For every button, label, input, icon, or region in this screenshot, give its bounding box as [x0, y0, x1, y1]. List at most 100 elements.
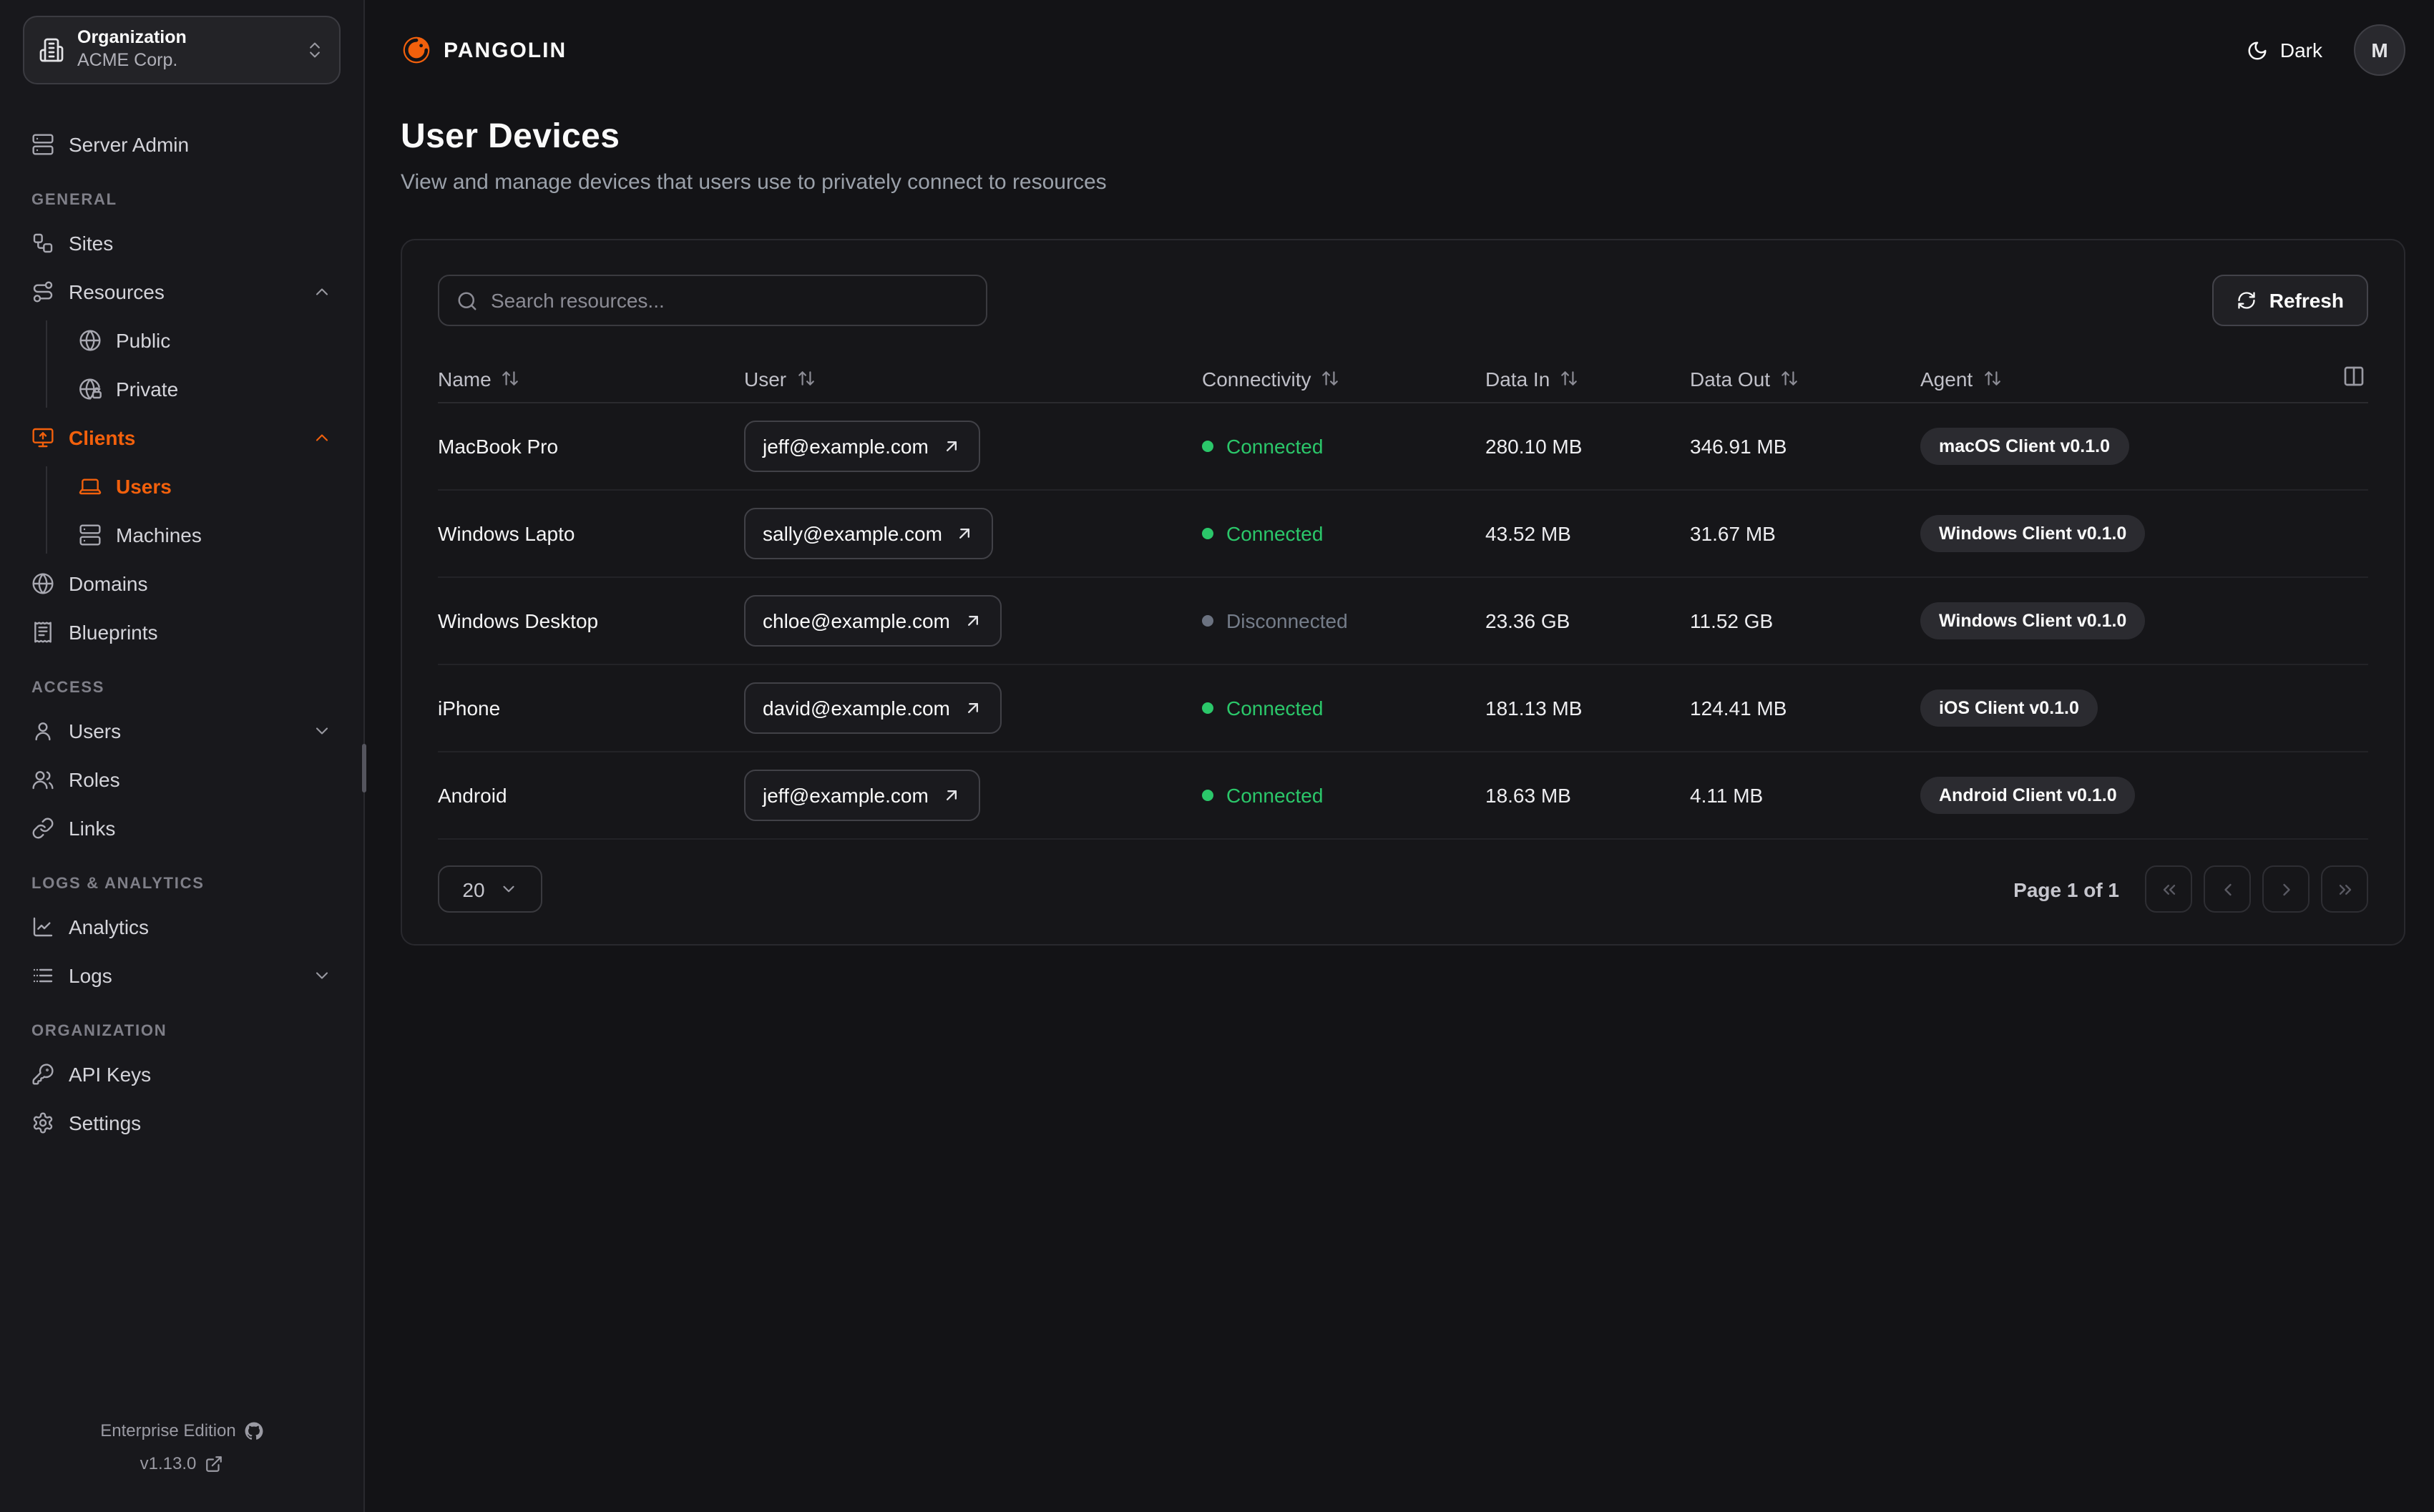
column-header-agent[interactable]: Agent [1920, 367, 2311, 390]
sidebar-section-general: GENERAL [31, 192, 117, 209]
connectivity-status: Connected [1202, 697, 1485, 720]
status-dot [1202, 702, 1213, 714]
column-settings-button[interactable] [2340, 362, 2368, 395]
columns-icon [2342, 365, 2365, 388]
sidebar-item-sites[interactable]: Sites [17, 223, 346, 262]
org-selector[interactable]: Organization ACME Corp. [23, 16, 341, 84]
data-in: 280.10 MB [1485, 435, 1583, 458]
column-header-data-in[interactable]: Data In [1485, 367, 1690, 390]
column-header-user[interactable]: User [744, 367, 1202, 390]
device-name: MacBook Pro [438, 435, 559, 458]
sidebar-footer: Enterprise Edition v1.13.0 [0, 1400, 363, 1512]
page-title: User Devices [401, 117, 620, 156]
user-link[interactable]: david@example.com [744, 682, 1002, 734]
data-out: 4.11 MB [1690, 784, 1764, 807]
sort-icon [796, 369, 815, 388]
next-page-button[interactable] [2262, 865, 2310, 913]
user-avatar[interactable]: M [2354, 24, 2405, 76]
sidebar-item-analytics[interactable]: Analytics [17, 907, 346, 946]
sidebar-item-links[interactable]: Links [17, 808, 346, 847]
search-input[interactable] [491, 289, 969, 312]
theme-toggle[interactable]: Dark [2247, 39, 2322, 62]
sidebar-section-organization: ORGANIZATION [31, 1023, 167, 1040]
status-dot [1202, 615, 1213, 627]
sidebar-item-logs[interactable]: Logs [17, 956, 346, 994]
sidebar-item-settings[interactable]: Settings [17, 1103, 346, 1142]
connectivity-status: Connected [1202, 435, 1485, 458]
laptop-icon [79, 474, 102, 497]
external-link-icon[interactable] [205, 1454, 223, 1473]
arrow-up-right-icon [963, 611, 983, 631]
main-content: PANGOLIN Dark M User Devices View and ma… [365, 0, 2434, 1512]
sidebar-item-resources[interactable]: Resources [17, 272, 346, 310]
table-row: Windows Desktop chloe@example.com Discon… [438, 578, 2368, 665]
device-name: Android [438, 784, 507, 807]
devices-card: Refresh Name User Connectivity Da [401, 239, 2405, 946]
sidebar-item-roles[interactable]: Roles [17, 760, 346, 798]
page-size-select[interactable]: 20 [438, 865, 542, 913]
refresh-button[interactable]: Refresh [2211, 275, 2368, 326]
globe-icon [31, 571, 54, 594]
chart-line-icon [31, 915, 54, 938]
last-page-button[interactable] [2321, 865, 2368, 913]
sidebar-item-machines[interactable]: Machines [64, 515, 346, 554]
device-name: iPhone [438, 697, 501, 720]
chevron-right-icon [2276, 879, 2296, 899]
column-header-data-out[interactable]: Data Out [1690, 367, 1920, 390]
pagination: 20 Page 1 of 1 [438, 865, 2368, 913]
connectivity-status: Disconnected [1202, 609, 1485, 632]
agent-badge: iOS Client v0.1.0 [1920, 689, 2098, 727]
monitor-up-icon [31, 426, 54, 448]
server-icon [31, 132, 54, 155]
sort-icon [1321, 369, 1340, 388]
sidebar-resize-handle[interactable] [362, 744, 366, 792]
user-link[interactable]: jeff@example.com [744, 421, 980, 472]
connectivity-status: Connected [1202, 784, 1485, 807]
chevron-down-icon [312, 720, 332, 740]
link-icon [31, 816, 54, 839]
arrow-up-right-icon [955, 524, 975, 544]
status-dot [1202, 528, 1213, 539]
table-header: Name User Connectivity Data In Data Out [438, 355, 2368, 403]
user-link[interactable]: chloe@example.com [744, 595, 1002, 647]
column-header-name[interactable]: Name [438, 367, 744, 390]
card-toolbar: Refresh [438, 275, 2368, 326]
sidebar-item-public[interactable]: Public [64, 320, 346, 359]
sort-icon [502, 369, 520, 388]
sidebar-item-clients[interactable]: Clients [17, 418, 346, 456]
sidebar-item-api-keys[interactable]: API Keys [17, 1054, 346, 1093]
sidebar-item-client-users[interactable]: Users [64, 466, 346, 505]
data-out: 124.41 MB [1690, 697, 1787, 720]
data-in: 18.63 MB [1485, 784, 1571, 807]
org-selector-label: Organization [77, 27, 187, 48]
arrow-up-right-icon [942, 785, 962, 805]
route-icon [31, 280, 54, 303]
sidebar-item-server-admin[interactable]: Server Admin [17, 124, 346, 163]
globe-icon [79, 328, 102, 351]
topbar: PANGOLIN Dark M [401, 0, 2405, 100]
chevrons-left-icon [2159, 879, 2179, 899]
github-icon[interactable] [245, 1421, 263, 1440]
org-selector-value: ACME Corp. [77, 50, 178, 70]
chevron-up-icon [312, 281, 332, 301]
sidebar-item-private[interactable]: Private [64, 369, 346, 408]
brand[interactable]: PANGOLIN [401, 34, 567, 66]
user-icon [31, 719, 54, 742]
first-page-button[interactable] [2145, 865, 2192, 913]
user-link[interactable]: sally@example.com [744, 508, 994, 559]
sidebar-item-users[interactable]: Users [17, 711, 346, 750]
arrow-up-right-icon [963, 698, 983, 718]
sidebar-item-blueprints[interactable]: Blueprints [17, 612, 346, 651]
edition-label: Enterprise Edition [100, 1420, 236, 1440]
sidebar-section-access: ACCESS [31, 679, 105, 697]
refresh-icon [2237, 290, 2257, 310]
previous-page-button[interactable] [2204, 865, 2251, 913]
sidebar-item-domains[interactable]: Domains [17, 564, 346, 602]
clients-subitems: Users Machines [46, 466, 346, 554]
user-link[interactable]: jeff@example.com [744, 770, 980, 821]
blueprint-icon [31, 620, 54, 643]
column-header-connectivity[interactable]: Connectivity [1202, 367, 1485, 390]
pangolin-logo-icon [401, 34, 432, 66]
agent-badge: macOS Client v0.1.0 [1920, 428, 2129, 465]
sort-icon [1983, 369, 2001, 388]
